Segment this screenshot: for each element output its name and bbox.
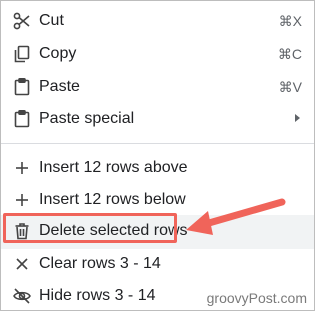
menu-item-insert-rows-above[interactable]: Insert 12 rows above <box>1 152 314 184</box>
scissors-icon <box>12 11 32 31</box>
close-icon <box>12 254 32 274</box>
menu-item-paste[interactable]: Paste ⌘V <box>1 71 314 103</box>
menu-item-cut[interactable]: Cut ⌘X <box>1 5 314 37</box>
menu-item-paste-special[interactable]: Paste special <box>1 103 314 135</box>
menu-item-insert-rows-below[interactable]: Insert 12 rows below <box>1 184 314 216</box>
shortcut-label: ⌘V <box>278 79 302 95</box>
menu-item-label: Paste <box>39 78 80 95</box>
plus-icon <box>12 158 32 178</box>
clipboard-icon <box>12 109 32 129</box>
eye-off-icon <box>12 286 32 306</box>
menu-item-label: Hide rows 3 - 14 <box>39 287 156 304</box>
menu-divider <box>1 143 314 144</box>
menu-item-label: Insert 12 rows above <box>39 159 188 176</box>
annotation-highlight-box <box>3 213 177 243</box>
menu-item-label: Copy <box>39 45 77 62</box>
shortcut-label: ⌘C <box>277 46 302 62</box>
watermark: groovyPost.com <box>206 290 307 306</box>
shortcut-label: ⌘X <box>278 13 302 29</box>
menu-item-label: Insert 12 rows below <box>39 191 186 208</box>
plus-icon <box>12 190 32 210</box>
copy-icon <box>12 44 32 64</box>
menu-item-label: Clear rows 3 - 14 <box>39 255 161 272</box>
menu-item-label: Paste special <box>39 110 135 127</box>
context-menu: Cut ⌘X Copy ⌘C Paste ⌘V Paste special In… <box>0 0 315 311</box>
menu-item-clear-rows[interactable]: Clear rows 3 - 14 <box>1 248 314 280</box>
menu-item-label: Cut <box>39 12 64 29</box>
menu-item-copy[interactable]: Copy ⌘C <box>1 38 314 70</box>
submenu-arrow-icon <box>295 114 300 122</box>
clipboard-icon <box>12 77 32 97</box>
